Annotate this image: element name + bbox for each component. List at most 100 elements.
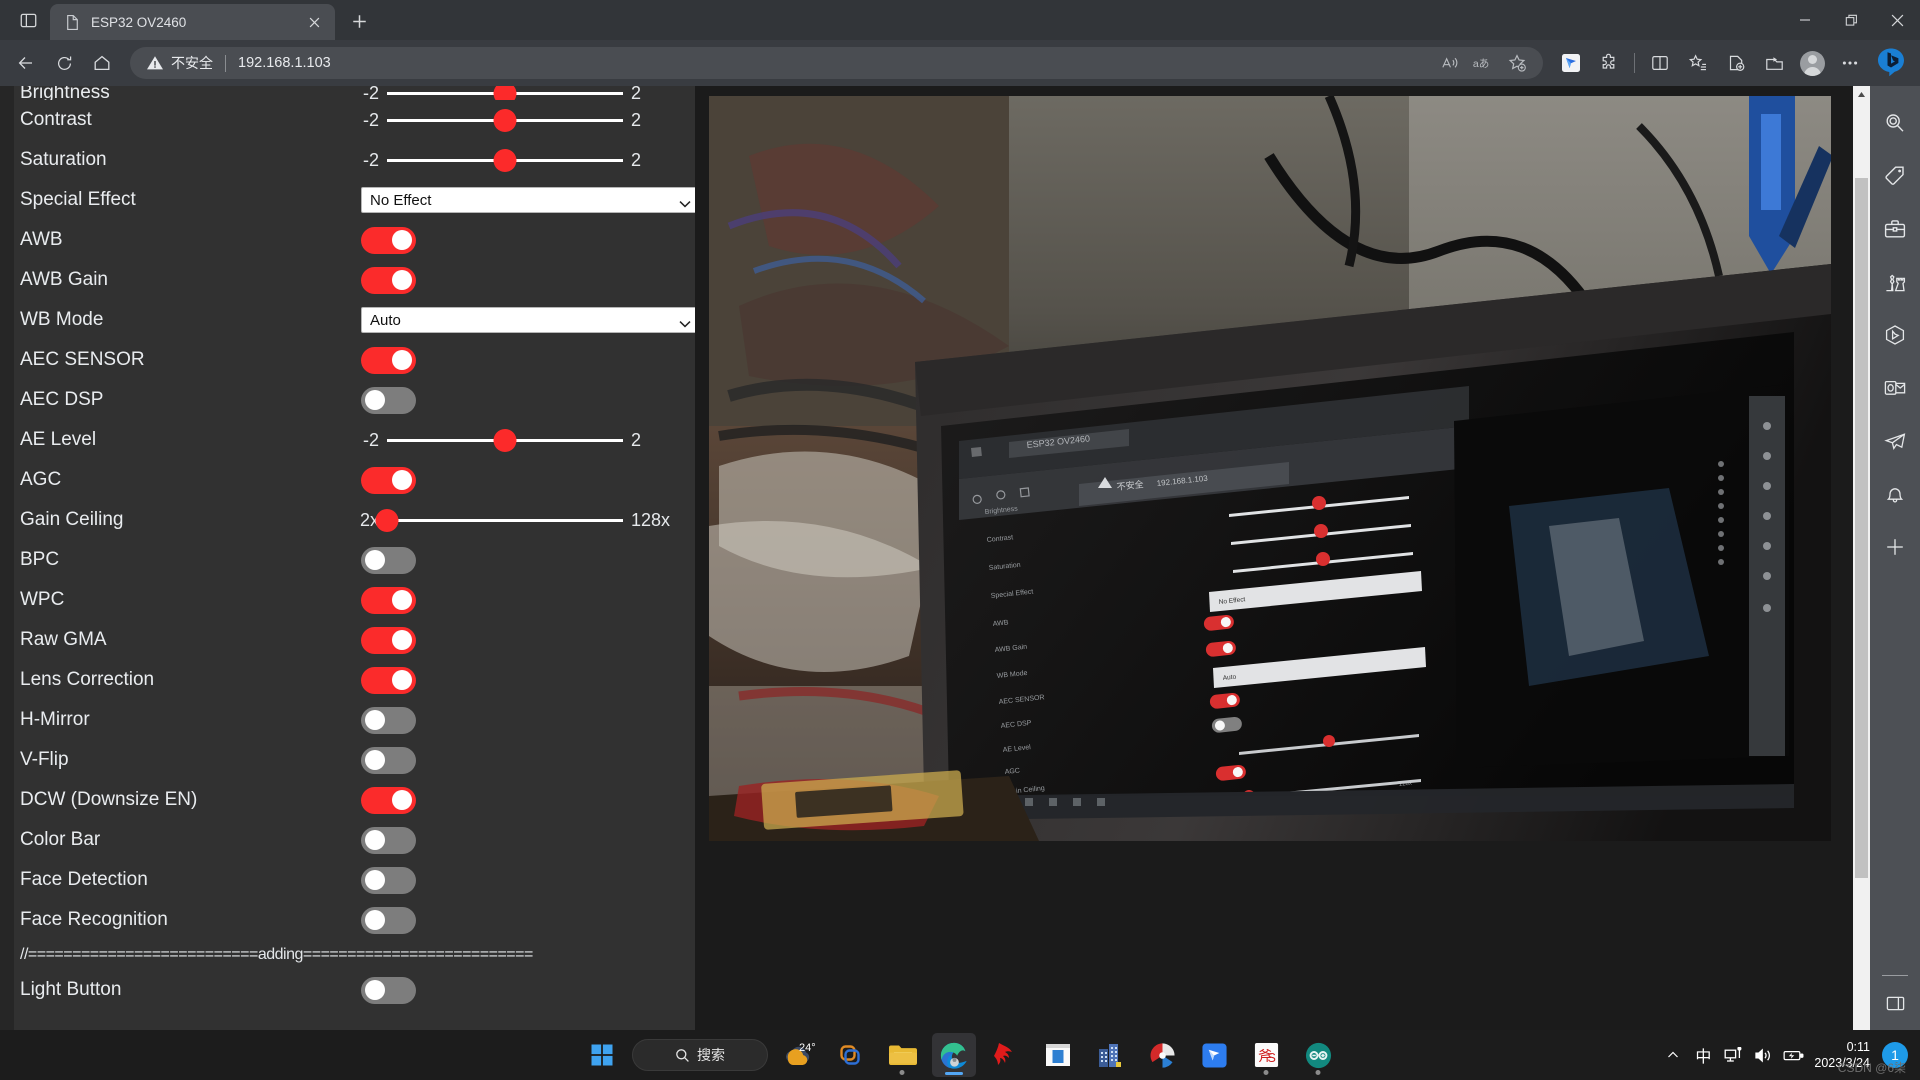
taskbar-file-explorer[interactable] [880, 1033, 924, 1077]
slider-track[interactable] [387, 428, 623, 452]
slider-max-label: 2 [631, 429, 642, 450]
setting-label: AGC [20, 469, 62, 490]
back-button[interactable] [8, 47, 44, 79]
slider[interactable]: -2 2 [345, 108, 685, 132]
slider[interactable]: 2x 128x [345, 508, 685, 532]
read-aloud-icon[interactable] [1433, 49, 1465, 77]
restore-button[interactable] [1828, 0, 1874, 40]
split-screen-icon[interactable] [1642, 47, 1678, 79]
taskbar-app-city[interactable] [1088, 1033, 1132, 1077]
settings-more-icon[interactable] [1832, 47, 1868, 79]
toggle-switch[interactable] [361, 666, 416, 694]
close-window-button[interactable] [1874, 0, 1920, 40]
page-scrollbar[interactable] [1853, 86, 1870, 1030]
dropdown-select[interactable]: No Effect [361, 187, 701, 213]
ime-indicator[interactable]: 中 [1688, 1033, 1718, 1077]
close-icon[interactable] [301, 9, 327, 35]
slider-track[interactable] [387, 148, 623, 172]
add-icon[interactable] [1878, 530, 1912, 564]
battery-icon[interactable] [1778, 1033, 1808, 1077]
new-tab-button[interactable] [343, 5, 375, 37]
taskbar-app-window[interactable] [1036, 1033, 1080, 1077]
bing-chat-icon[interactable] [1870, 44, 1912, 82]
home-button[interactable] [84, 47, 120, 79]
collections-icon[interactable] [1680, 47, 1716, 79]
search-icon[interactable] [1878, 106, 1912, 140]
toggle-switch[interactable] [361, 226, 416, 254]
slider[interactable]: -2 2 [345, 148, 685, 172]
slider-track[interactable] [387, 86, 623, 100]
toggle-switch[interactable] [361, 826, 416, 854]
taskbar-app-ks[interactable]: 斧 S [1244, 1033, 1288, 1077]
taskbar-arduino[interactable] [1296, 1033, 1340, 1077]
games-icon[interactable] [1878, 265, 1912, 299]
taskbar-app-disc[interactable] [1140, 1033, 1184, 1077]
slider-knob[interactable] [493, 86, 517, 100]
setting-control [345, 266, 695, 294]
toggle-switch[interactable] [361, 786, 416, 814]
volume-icon[interactable] [1748, 1033, 1778, 1077]
toggle-switch[interactable] [361, 346, 416, 374]
address-bar[interactable]: 不安全 192.168.1.103 aあ [130, 47, 1543, 79]
camera-stream[interactable]: ESP32 OV2460 不安全 192.168.1.103 Brightnes… [709, 96, 1831, 841]
show-hidden-icons-chevron-up-icon[interactable] [1658, 1033, 1688, 1077]
toggle-switch[interactable] [361, 626, 416, 654]
scroll-up-icon[interactable] [1853, 86, 1870, 103]
slider[interactable]: -2 2 [345, 86, 685, 100]
slider-knob[interactable] [493, 148, 517, 172]
toggle-switch[interactable] [361, 906, 416, 934]
toggle-switch[interactable] [361, 706, 416, 734]
running-indicator [1263, 1070, 1269, 1075]
downloads-icon[interactable] [1756, 47, 1792, 79]
network-icon[interactable] [1718, 1033, 1748, 1077]
tools-icon[interactable] [1878, 212, 1912, 246]
taskbar-weather[interactable]: 24° [776, 1033, 820, 1077]
toggle-knob [365, 710, 385, 730]
slider-knob[interactable] [375, 508, 399, 532]
refresh-button[interactable] [46, 47, 82, 79]
toggle-switch[interactable] [361, 266, 416, 294]
slider-track[interactable] [375, 508, 623, 532]
minimize-button[interactable] [1782, 0, 1828, 40]
notifications-icon[interactable] [1878, 477, 1912, 511]
start-button[interactable] [580, 1033, 624, 1077]
toggle-switch[interactable] [361, 976, 416, 1004]
shopping-tag-icon[interactable] [1878, 159, 1912, 193]
taskbar-search[interactable]: 搜索 [632, 1039, 768, 1071]
toggle-switch[interactable] [361, 546, 416, 574]
toggle-switch[interactable] [361, 386, 416, 414]
clock[interactable]: 0:11 2023/3/24 [1808, 1039, 1880, 1071]
toggle-switch[interactable] [361, 866, 416, 894]
toggle-sidebar-icon[interactable] [1878, 986, 1912, 1020]
slider[interactable]: -2 2 [345, 428, 685, 452]
setting-control [345, 746, 695, 774]
dropdown-select[interactable]: Auto [361, 307, 701, 333]
toggle-switch[interactable] [361, 746, 416, 774]
taskbar-app-red[interactable] [984, 1033, 1028, 1077]
slider-track[interactable] [387, 108, 623, 132]
setting-label: Color Bar [20, 829, 101, 850]
taskbar-copilot[interactable] [828, 1033, 872, 1077]
translate-icon[interactable]: aあ [1467, 49, 1499, 77]
slider-knob[interactable] [493, 428, 517, 452]
notification-badge[interactable]: 1 [1882, 1042, 1908, 1068]
browser-tab[interactable]: ESP32 OV2460 [50, 4, 335, 40]
browser-essentials-icon[interactable] [1718, 47, 1754, 79]
outlook-icon[interactable] [1878, 371, 1912, 405]
scrollbar-thumb[interactable] [1855, 178, 1868, 878]
image-creator-icon[interactable] [1878, 318, 1912, 352]
add-favorite-icon[interactable] [1501, 49, 1533, 77]
slider-knob[interactable] [493, 108, 517, 132]
browser-titlebar: ESP32 OV2460 [0, 0, 1920, 40]
extensions-icon[interactable] [1591, 47, 1627, 79]
toggle-switch[interactable] [361, 586, 416, 614]
toggle-switch[interactable] [361, 466, 416, 494]
security-warning[interactable]: 不安全 [146, 53, 213, 73]
extension-icon[interactable] [1553, 47, 1589, 79]
taskbar-app-blue[interactable] [1192, 1033, 1236, 1077]
taskbar-edge[interactable] [932, 1033, 976, 1077]
profile-button[interactable] [1794, 47, 1830, 79]
drop-icon[interactable] [1878, 424, 1912, 458]
tab-actions-button[interactable] [6, 3, 50, 37]
clock-date: 2023/3/24 [1814, 1056, 1870, 1070]
